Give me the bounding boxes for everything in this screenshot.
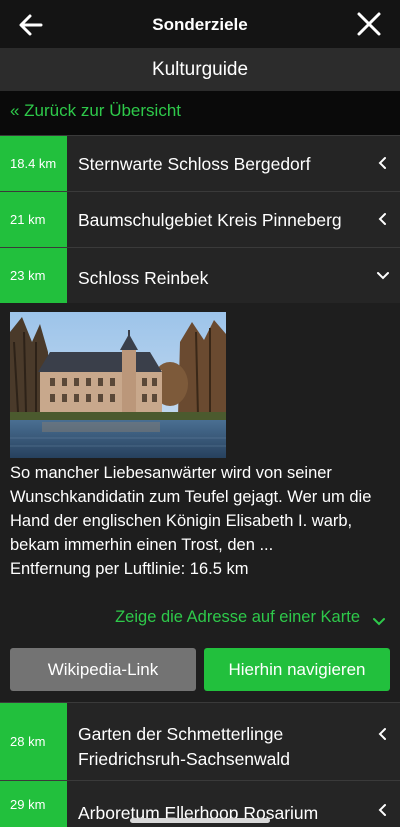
home-indicator <box>130 818 270 823</box>
list-item[interactable]: 18.4 km Sternwarte Schloss Bergedorf <box>0 135 400 191</box>
chevron-left-icon <box>378 728 386 740</box>
close-x-icon[interactable] <box>356 11 382 37</box>
wikipedia-link-button[interactable]: Wikipedia-Link <box>10 648 196 691</box>
chevron-down-icon <box>373 618 385 626</box>
page-title: Sonderziele <box>152 15 248 34</box>
distance-badge: 18.4 km <box>0 136 67 191</box>
show-on-map-label: Zeige die Adresse auf einer Karte <box>115 608 360 626</box>
castle-photo <box>10 312 226 458</box>
list-item[interactable]: 28 km Garten der Schmetterlinge Friedric… <box>0 702 400 780</box>
chevron-down-icon <box>377 272 389 280</box>
section-title: Kulturguide <box>0 48 400 91</box>
list-item[interactable]: 21 km Baumschulgebiet Kreis Pinneberg <box>0 191 400 247</box>
description-text: So mancher Liebesanwärter wird von seine… <box>10 464 372 554</box>
distance-line: Entfernung per Luftlinie: 16.5 km <box>10 560 249 578</box>
top-bar: Sonderziele <box>0 0 400 48</box>
show-on-map-link[interactable]: Zeige die Adresse auf einer Karte <box>0 608 390 632</box>
item-name: Baumschulgebiet Kreis Pinneberg <box>78 210 342 230</box>
distance-badge: 21 km <box>0 192 67 247</box>
list-item-expanded[interactable]: 23 km Schloss Reinbek <box>0 247 400 303</box>
distance-badge: 23 km <box>0 248 67 303</box>
item-name: Garten der Schmetterlinge Friedrichsruh-… <box>78 724 291 769</box>
chevron-left-icon <box>378 213 386 225</box>
item-name: Schloss Reinbek <box>78 268 209 288</box>
distance-badge: 28 km <box>0 703 67 780</box>
distance-badge: 29 km <box>0 781 67 827</box>
item-detail-panel: So mancher Liebesanwärter wird von seine… <box>0 303 400 702</box>
item-description: So mancher Liebesanwärter wird von seine… <box>10 461 395 581</box>
item-name: Sternwarte Schloss Bergedorf <box>78 154 311 174</box>
navigate-here-button[interactable]: Hierhin navigieren <box>204 648 390 691</box>
back-to-overview-link[interactable]: « Zurück zur Übersicht <box>0 91 400 135</box>
chevron-left-icon <box>378 804 386 816</box>
back-to-overview-label: « Zurück zur Übersicht <box>10 101 181 120</box>
chevron-left-icon <box>378 157 386 169</box>
